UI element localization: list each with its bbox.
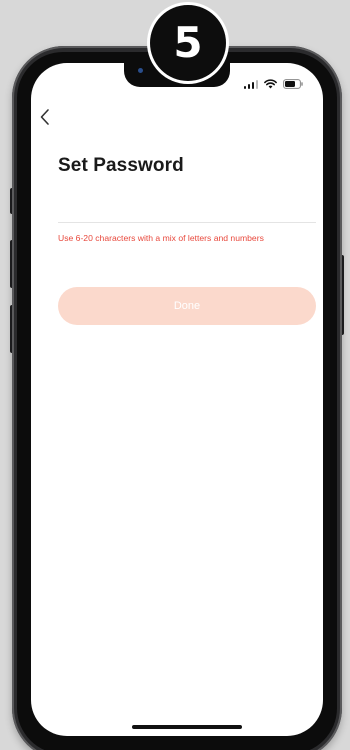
battery-icon: [283, 79, 303, 89]
password-hint: Use 6-20 characters with a mix of letter…: [58, 233, 264, 243]
status-bar: [243, 78, 304, 90]
phone-screen: Set Password Use 6-20 characters with a …: [31, 63, 323, 736]
signal-icon: [243, 79, 258, 89]
camera-icon: [138, 68, 143, 73]
password-input[interactable]: [58, 198, 316, 223]
wifi-icon: [264, 79, 277, 89]
done-button[interactable]: Done: [58, 287, 316, 325]
stage: Set Password Use 6-20 characters with a …: [0, 0, 350, 750]
page-title: Set Password: [58, 155, 184, 176]
back-chevron-icon[interactable]: [37, 107, 53, 127]
step-badge: 5: [150, 5, 226, 81]
home-indicator[interactable]: [132, 725, 242, 729]
